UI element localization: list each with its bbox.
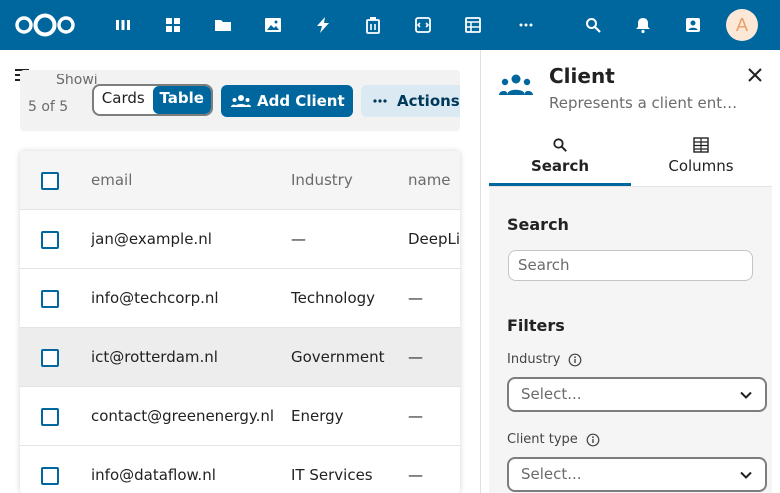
- cell-industry: Government: [291, 348, 385, 366]
- files-icon[interactable]: [211, 13, 235, 37]
- industry-filter-label: Industry: [507, 352, 582, 367]
- column-header-email[interactable]: email: [91, 151, 287, 210]
- cell-email: ict@rotterdam.nl: [91, 348, 218, 366]
- search-icon[interactable]: [581, 13, 605, 37]
- close-icon[interactable]: [745, 65, 765, 85]
- tab-columns[interactable]: Columns: [630, 134, 772, 186]
- client-type-filter-label: Client type: [507, 432, 600, 447]
- deck-icon[interactable]: [361, 13, 385, 37]
- search-panel: Search Search Filters Industry Select...…: [489, 187, 772, 493]
- table-row[interactable]: info@techcorp.nl Technology —: [20, 269, 460, 328]
- view-toggle: Cards Table: [92, 84, 213, 116]
- contacts-icon[interactable]: [681, 13, 705, 37]
- add-client-label: Add Client: [257, 92, 345, 110]
- top-header: A: [0, 0, 780, 50]
- actions-button[interactable]: Actions: [361, 85, 460, 117]
- actions-label: Actions: [397, 92, 460, 110]
- showing-count-value: 5 of 5: [28, 99, 69, 115]
- cell-industry: IT Services: [291, 466, 373, 484]
- cell-name: —: [408, 289, 423, 307]
- columns-icon: [693, 137, 709, 153]
- dashboard-icon[interactable]: [111, 13, 135, 37]
- chevron-down-icon: [740, 391, 752, 399]
- table-header-row: email Industry name: [20, 151, 460, 210]
- column-header-industry[interactable]: Industry: [291, 151, 406, 210]
- select-all-checkbox[interactable]: [41, 172, 59, 190]
- cell-name: —: [408, 466, 423, 484]
- tab-search-label: Search: [530, 157, 590, 175]
- filters-heading: Filters: [507, 316, 565, 335]
- nextcloud-logo-icon[interactable]: [14, 12, 76, 38]
- table-row[interactable]: jan@example.nl — DeepLi: [20, 210, 460, 269]
- cell-industry: Energy: [291, 407, 344, 425]
- row-checkbox[interactable]: [41, 349, 59, 367]
- cell-name: —: [408, 348, 423, 366]
- info-icon[interactable]: [568, 353, 582, 367]
- industry-label-text: Industry: [507, 352, 561, 367]
- cell-email: jan@example.nl: [91, 230, 212, 248]
- row-checkbox[interactable]: [41, 408, 59, 426]
- table-row[interactable]: ict@rotterdam.nl Government —: [20, 328, 460, 387]
- clients-table: email Industry name jan@example.nl — Dee…: [20, 151, 460, 493]
- sidebar-subtitle: Represents a client ent…: [549, 94, 738, 112]
- showing-count: Showing 5 of 5: [28, 74, 98, 119]
- client-type-select-value: Select...: [521, 465, 582, 483]
- tab-search[interactable]: Search: [489, 134, 631, 186]
- notifications-bell-icon[interactable]: [631, 13, 655, 37]
- search-input[interactable]: Search: [508, 250, 753, 281]
- details-sidebar: Client Represents a client ent… Search C…: [481, 50, 780, 493]
- more-apps-icon[interactable]: [514, 13, 538, 37]
- add-client-button[interactable]: Add Client: [221, 85, 353, 117]
- row-checkbox[interactable]: [41, 290, 59, 308]
- dots-horizontal-icon: [373, 99, 387, 103]
- row-checkbox[interactable]: [41, 231, 59, 249]
- table-row[interactable]: info@dataflow.nl IT Services —: [20, 446, 460, 493]
- column-header-name[interactable]: name: [408, 151, 460, 210]
- cell-name: DeepLi: [408, 230, 460, 248]
- photos-icon[interactable]: [261, 13, 285, 37]
- cell-email: contact@greenenergy.nl: [91, 407, 275, 425]
- code-icon[interactable]: [411, 13, 435, 37]
- user-avatar[interactable]: A: [726, 9, 758, 41]
- cell-email: info@dataflow.nl: [91, 466, 216, 484]
- search-icon: [553, 138, 567, 152]
- activity-icon[interactable]: [311, 13, 335, 37]
- client-type-select[interactable]: Select...: [507, 457, 767, 492]
- table-row[interactable]: contact@greenenergy.nl Energy —: [20, 387, 460, 446]
- client-type-label-text: Client type: [507, 432, 578, 447]
- tables-icon[interactable]: [461, 13, 485, 37]
- account-group-icon: [499, 74, 533, 95]
- row-checkbox[interactable]: [41, 467, 59, 485]
- cell-industry: —: [291, 230, 306, 248]
- search-heading: Search: [507, 215, 569, 234]
- apps-icon[interactable]: [161, 13, 185, 37]
- cell-industry: Technology: [291, 289, 376, 307]
- tab-columns-label: Columns: [668, 157, 734, 175]
- showing-label: Showing: [56, 74, 98, 88]
- view-cards-option[interactable]: Cards: [94, 86, 153, 114]
- cell-name: —: [408, 407, 423, 425]
- chevron-down-icon: [740, 471, 752, 479]
- view-table-option[interactable]: Table: [152, 86, 211, 114]
- industry-select-value: Select...: [521, 385, 582, 403]
- sidebar-title: Client: [549, 64, 615, 88]
- info-icon[interactable]: [586, 433, 600, 447]
- users-group-icon: [231, 95, 251, 107]
- list-toolbar: Showing 5 of 5 Cards Table Add Client Ac…: [20, 70, 460, 131]
- cell-email: info@techcorp.nl: [91, 289, 219, 307]
- industry-select[interactable]: Select...: [507, 377, 767, 412]
